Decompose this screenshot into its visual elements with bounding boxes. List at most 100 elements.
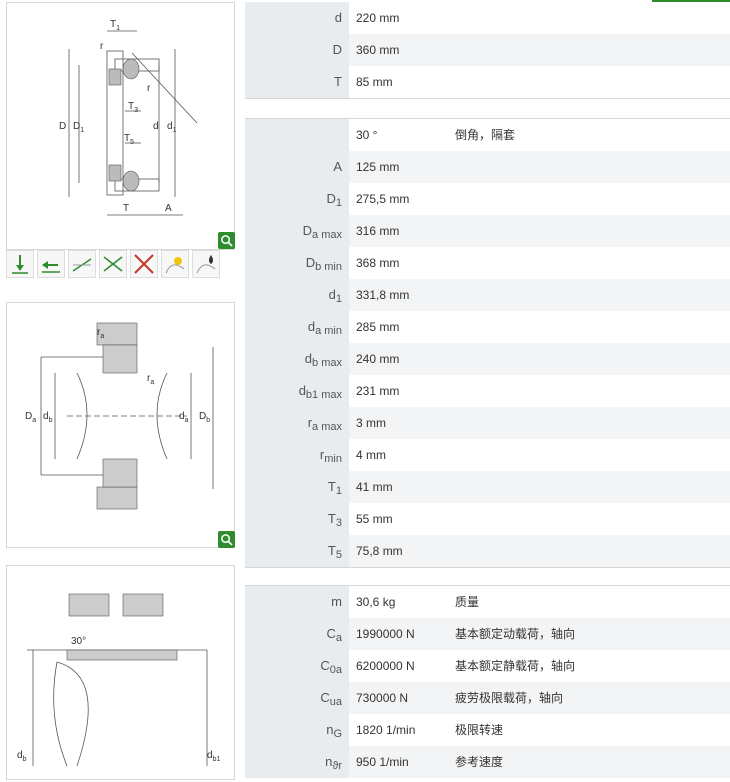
row-label: da min [245,311,349,343]
row-value: 3 mm [349,407,455,439]
row-label [245,119,349,151]
axial-load-icon [6,250,34,278]
table-row: 30 ° 倒角，隔套 [245,119,730,151]
table-row: T5 75,8 mm [245,535,730,567]
table-row: Cua 730000 N 疲劳极限载荷，轴向 [245,682,730,714]
row-description [455,311,730,343]
label-Db: Db [199,411,210,424]
row-value: 950 1/min [349,746,455,778]
row-value: 331,8 mm [349,279,455,311]
label-Da: Da [25,411,36,424]
row-description [455,375,730,407]
label-db1: db1 [207,750,220,763]
table-row: T 85 mm [245,66,730,98]
chamfer-section-svg: 30° db db1 [17,593,220,767]
row-label: T5 [245,535,349,567]
row-label: rmin [245,439,349,471]
zoom-icon[interactable] [218,531,235,548]
performance-data-table: m 30,6 kg 质量 Ca 1990000 N 基本额定动载荷，轴向 C0a 620000… [245,585,730,778]
label-D: D [59,121,66,132]
lubrication-grease-icon [161,250,189,278]
label-A: A [165,203,172,214]
row-description [455,439,730,471]
row-label: C0a [245,650,349,682]
row-description: 极限转速 [455,714,730,746]
bearing-dimension-drawing: T1 r r D D1 T3 T5 d d1 T A [6,2,235,250]
row-description [455,247,730,279]
row-description [455,535,730,567]
row-label: ra max [245,407,349,439]
row-value: 368 mm [349,247,455,279]
table-row: A 125 mm [245,151,730,183]
table-row: T1 41 mm [245,471,730,503]
no-misalignment-icon [130,250,158,278]
row-value: 30,6 kg [349,586,455,618]
table-row: D1 275,5 mm [245,183,730,215]
row-value: 275,5 mm [349,183,455,215]
row-description: 疲劳极限载荷，轴向 [455,682,730,714]
row-value: 4 mm [349,439,455,471]
row-label: T1 [245,471,349,503]
row-value: 1820 1/min [349,714,455,746]
row-value: 730000 N [349,682,455,714]
row-label: d [245,2,349,34]
label-da: da [179,411,189,424]
row-description [455,471,730,503]
row-description [455,2,730,34]
row-label: m [245,586,349,618]
bearing-section-svg: T1 r r D D1 T3 T5 d d1 T A [59,19,198,216]
row-description: 倒角，隔套 [455,119,730,151]
table-row: d1 331,8 mm [245,279,730,311]
label-db: db [43,411,53,424]
table-row: nϑr 950 1/min 参考速度 [245,746,730,778]
label-T: T [123,203,129,214]
row-label: Cua [245,682,349,714]
row-value: 285 mm [349,311,455,343]
row-value: 75,8 mm [349,535,455,567]
row-value: 316 mm [349,215,455,247]
row-label: nϑr [245,746,349,778]
row-description: 质量 [455,586,730,618]
row-description [455,503,730,535]
row-description [455,215,730,247]
row-value: 41 mm [349,471,455,503]
row-label: T [245,66,349,98]
row-value: 125 mm [349,151,455,183]
row-label: Db min [245,247,349,279]
zoom-icon[interactable] [218,232,235,249]
misalignment-icon [68,250,96,278]
table-row: d 220 mm [245,2,730,34]
row-description [455,151,730,183]
table-row: Db min 368 mm [245,247,730,279]
row-value: 360 mm [349,34,455,66]
table-row: m 30,6 kg 质量 [245,586,730,618]
table-row: Ca 1990000 N 基本额定动载荷，轴向 [245,618,730,650]
row-description [455,279,730,311]
row-label: Ca [245,618,349,650]
label-T1: T1 [110,19,120,32]
label-T5: T5 [124,133,134,146]
label-r-2: r [147,83,151,94]
table-row: db max 240 mm [245,343,730,375]
row-value: 240 mm [349,343,455,375]
angular-misalignment-icon [99,250,127,278]
row-label: d1 [245,279,349,311]
label-ra-2: ra [147,373,154,386]
table-row: da min 285 mm [245,311,730,343]
row-label: db1 max [245,375,349,407]
row-label: D [245,34,349,66]
row-description: 基本额定静载荷，轴向 [455,650,730,682]
row-description [455,66,730,98]
label-r: r [100,41,104,52]
row-value: 85 mm [349,66,455,98]
row-description [455,183,730,215]
mounting-dimensions-table: 30 ° 倒角，隔套 A 125 mm D1 275,5 mm Da max 316 mm Db… [245,118,730,568]
row-label: db max [245,343,349,375]
row-label: A [245,151,349,183]
table-row: C0a 6200000 N 基本额定静载荷，轴向 [245,650,730,682]
mounting-dimension-drawing: ra ra Da db da Db [6,302,235,548]
chamfer-spacer-drawing: 30° db db1 [6,565,235,780]
row-description: 参考速度 [455,746,730,778]
row-description [455,343,730,375]
row-label: nG [245,714,349,746]
